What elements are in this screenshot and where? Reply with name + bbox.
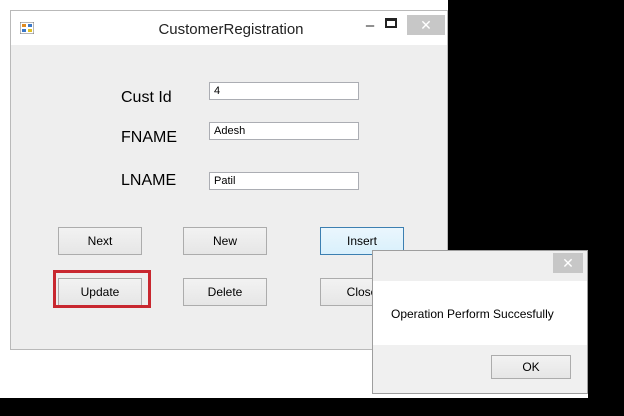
ok-button[interactable]: OK: [491, 355, 571, 379]
maximize-button[interactable]: [385, 18, 397, 28]
background-black-bottom: [0, 398, 624, 416]
lname-label: LNAME: [121, 172, 177, 189]
fname-label: FNAME: [121, 129, 177, 146]
message-box-close-button[interactable]: ✕: [553, 253, 583, 273]
fname-input[interactable]: Adesh: [209, 122, 359, 140]
minimize-button[interactable]: –: [359, 17, 381, 37]
update-highlight-box: [53, 270, 151, 308]
delete-button[interactable]: Delete: [183, 278, 267, 306]
new-button[interactable]: New: [183, 227, 267, 255]
cust-id-label: Cust Id: [121, 89, 172, 106]
background-black: [448, 0, 624, 252]
message-box-footer: OK: [373, 345, 587, 393]
close-window-button[interactable]: ✕: [407, 15, 445, 35]
lname-input[interactable]: Patil: [209, 172, 359, 190]
message-text: Operation Perform Succesfully: [391, 307, 554, 321]
message-box-dialog: ✕ Operation Perform Succesfully OK: [372, 250, 588, 394]
title-bar: CustomerRegistration – ✕: [11, 11, 447, 45]
background-black-right-lower: [588, 252, 624, 416]
cust-id-input[interactable]: 4: [209, 82, 359, 100]
message-box-title-bar: ✕: [373, 251, 587, 281]
next-button[interactable]: Next: [58, 227, 142, 255]
